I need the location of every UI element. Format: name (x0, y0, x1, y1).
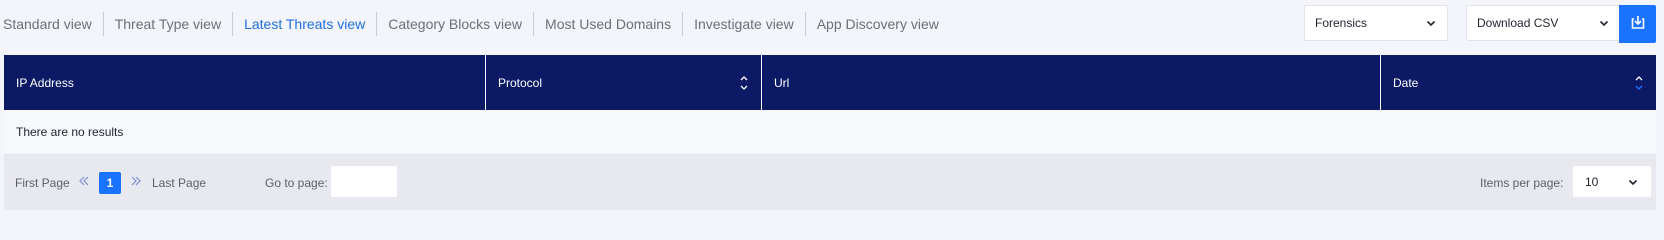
view-tabs: Standard view Threat Type view Latest Th… (3, 12, 950, 36)
tab-most-used-domains[interactable]: Most Used Domains (533, 12, 682, 36)
current-page-button[interactable]: 1 (99, 172, 121, 194)
mode-select[interactable]: Forensics (1304, 5, 1448, 41)
column-label: Url (774, 75, 790, 90)
threats-table: IP Address Protocol Url Date There are n… (4, 55, 1656, 210)
mode-select-value: Forensics (1315, 16, 1368, 30)
tab-latest-threats-view[interactable]: Latest Threats view (232, 12, 376, 36)
column-label: Protocol (498, 75, 543, 90)
goto-page-label: Go to page: (265, 175, 328, 190)
column-label: IP Address (16, 75, 74, 90)
empty-message: There are no results (16, 125, 124, 139)
column-header-ip-address[interactable]: IP Address (4, 55, 486, 110)
tab-investigate-view[interactable]: Investigate view (682, 12, 805, 36)
double-chevron-right-icon[interactable] (129, 174, 143, 188)
tab-threat-type-view[interactable]: Threat Type view (102, 12, 232, 36)
download-button[interactable] (1619, 5, 1656, 43)
download-tray-icon (1630, 14, 1646, 35)
items-per-page-value: 10 (1585, 174, 1599, 189)
chevron-down-icon (1425, 17, 1437, 29)
items-per-page-select[interactable]: 10 (1573, 166, 1651, 197)
download-format-select[interactable]: Download CSV (1466, 5, 1621, 41)
pagination-bar: First Page 1 Last Page Go to page: Items… (4, 155, 1656, 210)
goto-page-input[interactable] (331, 166, 397, 197)
chevron-down-icon (1598, 17, 1610, 29)
tab-app-discovery-view[interactable]: App Discovery view (804, 12, 950, 36)
column-header-protocol[interactable]: Protocol (486, 55, 762, 110)
chevron-down-icon (1627, 176, 1639, 188)
sort-desc-icon[interactable] (1634, 74, 1644, 92)
column-header-date[interactable]: Date (1381, 55, 1656, 110)
column-header-url[interactable]: Url (762, 55, 1381, 110)
sort-icon[interactable] (739, 74, 749, 92)
table-header: IP Address Protocol Url Date (4, 55, 1656, 110)
items-per-page-label: Items per page: (1480, 175, 1564, 190)
tab-standard-view[interactable]: Standard view (3, 12, 103, 36)
empty-results-row: There are no results (4, 110, 1656, 155)
column-label: Date (1393, 75, 1419, 90)
double-chevron-left-icon[interactable] (77, 174, 91, 188)
first-page-link[interactable]: First Page (15, 176, 70, 190)
tab-category-blocks-view[interactable]: Category Blocks view (376, 12, 533, 36)
download-select-value: Download CSV (1477, 16, 1559, 30)
top-bar: Standard view Threat Type view Latest Th… (0, 0, 1664, 52)
last-page-link[interactable]: Last Page (152, 176, 206, 190)
